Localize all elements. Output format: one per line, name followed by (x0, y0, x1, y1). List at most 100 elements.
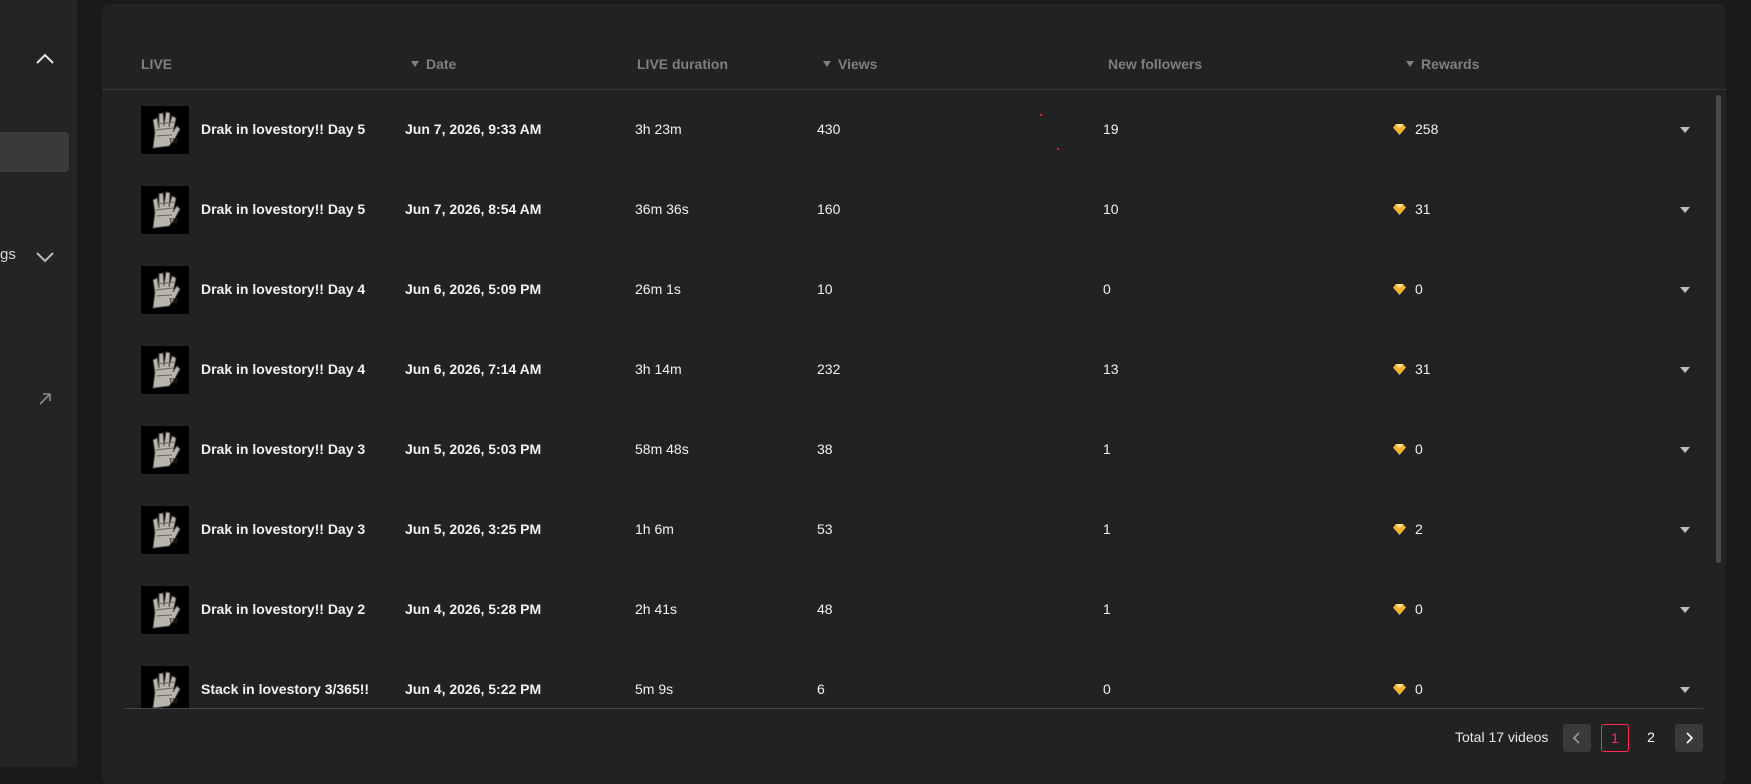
table-footer-divider (125, 708, 1703, 709)
live-duration: 1h 6m (635, 521, 674, 537)
chevron-down-icon[interactable] (35, 250, 55, 264)
rewards-value: 31 (1415, 201, 1431, 217)
rewards-value: 0 (1415, 281, 1423, 297)
live-views: 430 (817, 121, 841, 137)
live-thumbnail[interactable]: TM (141, 426, 189, 474)
rewards-value: 0 (1415, 681, 1423, 697)
live-title[interactable]: Drak in lovestory!! Day 4 (201, 361, 365, 377)
svg-text:TM: TM (169, 619, 178, 625)
live-views: 10 (817, 281, 833, 297)
header-rewards[interactable]: Rewards (1406, 56, 1479, 72)
live-rewards: 258 (1393, 121, 1438, 137)
live-date: Jun 7, 2026, 9:33 AM (405, 121, 542, 137)
live-title[interactable]: Stack in lovestory 3/365!! (201, 681, 369, 697)
svg-text:TM: TM (169, 299, 178, 305)
live-rewards: 0 (1393, 441, 1423, 457)
sidebar-item-label[interactable]: gs (0, 246, 16, 263)
live-thumbnail[interactable]: TM (141, 266, 189, 314)
caret-down-icon[interactable] (1680, 207, 1690, 213)
header-views-label: Views (838, 56, 878, 72)
svg-text:TM: TM (169, 699, 178, 705)
live-duration: 3h 23m (635, 121, 682, 137)
live-thumbnail[interactable]: TM (141, 186, 189, 234)
live-thumbnail[interactable]: TM (141, 586, 189, 634)
live-views: 160 (817, 201, 841, 217)
live-new-followers: 19 (1103, 121, 1119, 137)
caret-down-icon[interactable] (1680, 607, 1690, 613)
live-title[interactable]: Drak in lovestory!! Day 3 (201, 441, 365, 457)
sidebar-selected-item[interactable] (0, 132, 69, 172)
header-views[interactable]: Views (823, 56, 877, 72)
rewards-value: 31 (1415, 361, 1431, 377)
rewards-value: 2 (1415, 521, 1423, 537)
chevron-up-icon[interactable] (35, 52, 55, 66)
pagination-next-button[interactable] (1675, 724, 1703, 752)
live-title[interactable]: Drak in lovestory!! Day 2 (201, 601, 365, 617)
chevron-right-icon (1686, 732, 1694, 744)
live-title[interactable]: Drak in lovestory!! Day 5 (201, 121, 365, 137)
caret-down-icon[interactable] (1680, 447, 1690, 453)
table-row[interactable]: TM Drak in lovestory!! Day 4 Jun 6, 2026, … (102, 330, 1712, 410)
table-row[interactable]: TM Drak in lovestory!! Day 3 Jun 5, 2026, … (102, 490, 1712, 570)
header-duration: LIVE duration (637, 56, 728, 72)
pagination-page-2[interactable]: 2 (1637, 724, 1665, 752)
table-row[interactable]: TM Drak in lovestory!! Day 4 Jun 6, 2026, … (102, 250, 1712, 330)
gem-icon (1393, 602, 1406, 615)
caret-down-icon[interactable] (1680, 287, 1690, 293)
rewards-value: 0 (1415, 441, 1423, 457)
live-date: Jun 5, 2026, 3:25 PM (405, 521, 542, 537)
total-videos-count: Total 17 videos (1455, 729, 1549, 745)
live-title[interactable]: Drak in lovestory!! Day 4 (201, 281, 365, 297)
caret-down-icon[interactable] (1680, 127, 1690, 133)
pagination-prev-button[interactable] (1563, 724, 1591, 752)
gem-icon (1393, 282, 1406, 295)
chevron-left-icon (1572, 732, 1580, 744)
rewards-value: 258 (1415, 121, 1439, 137)
rewards-value: 0 (1415, 601, 1423, 617)
live-thumbnail[interactable]: TM (141, 506, 189, 554)
gem-icon (1393, 442, 1406, 455)
caret-down-icon[interactable] (1680, 687, 1690, 693)
caret-down-icon[interactable] (1680, 527, 1690, 533)
live-thumbnail[interactable]: TM (141, 346, 189, 394)
pagination-page-1[interactable]: 1 (1601, 724, 1629, 752)
live-views: 53 (817, 521, 833, 537)
gem-icon (1393, 362, 1406, 375)
table-row[interactable]: TM Drak in lovestory!! Day 5 Jun 7, 2026, … (102, 170, 1712, 250)
table-row[interactable]: TM Drak in lovestory!! Day 5 Jun 7, 2026, … (102, 90, 1712, 170)
svg-text:TM: TM (169, 139, 178, 145)
artifact-dot (1057, 148, 1059, 150)
external-link-arrow-icon[interactable] (38, 392, 52, 406)
table-row[interactable]: TM Drak in lovestory!! Day 2 Jun 4, 2026, … (102, 570, 1712, 650)
live-thumbnail[interactable]: TM (141, 106, 189, 154)
header-rewards-label: Rewards (1421, 56, 1480, 72)
live-duration: 36m 36s (635, 201, 689, 217)
live-date: Jun 5, 2026, 5:03 PM (405, 441, 542, 457)
scrollbar-thumb[interactable] (1716, 95, 1721, 563)
live-views: 48 (817, 601, 833, 617)
gem-icon (1393, 522, 1406, 535)
live-title[interactable]: Drak in lovestory!! Day 5 (201, 201, 365, 217)
live-rewards: 0 (1393, 681, 1423, 697)
gem-icon (1393, 682, 1406, 695)
table-row[interactable]: TM Stack in lovestory 3/365!! Jun 4, 2026,… (102, 650, 1712, 708)
live-new-followers: 1 (1103, 441, 1111, 457)
svg-text:TM: TM (169, 539, 178, 545)
svg-text:TM: TM (169, 459, 178, 465)
gem-icon (1393, 202, 1406, 215)
gem-icon (1393, 122, 1406, 135)
live-thumbnail[interactable]: TM (141, 666, 189, 708)
caret-down-icon[interactable] (1680, 367, 1690, 373)
header-date[interactable]: Date (411, 56, 456, 72)
live-new-followers: 0 (1103, 281, 1111, 297)
live-date: Jun 4, 2026, 5:22 PM (405, 681, 542, 697)
table-row[interactable]: TM Drak in lovestory!! Day 3 Jun 5, 2026, … (102, 410, 1712, 490)
header-new-followers: New followers (1108, 56, 1203, 72)
live-rewards: 0 (1393, 281, 1423, 297)
svg-text:TM: TM (169, 379, 178, 385)
live-title[interactable]: Drak in lovestory!! Day 3 (201, 521, 365, 537)
live-new-followers: 13 (1103, 361, 1119, 377)
live-new-followers: 0 (1103, 681, 1111, 697)
header-live: LIVE (141, 56, 173, 72)
live-date: Jun 6, 2026, 7:14 AM (405, 361, 542, 377)
